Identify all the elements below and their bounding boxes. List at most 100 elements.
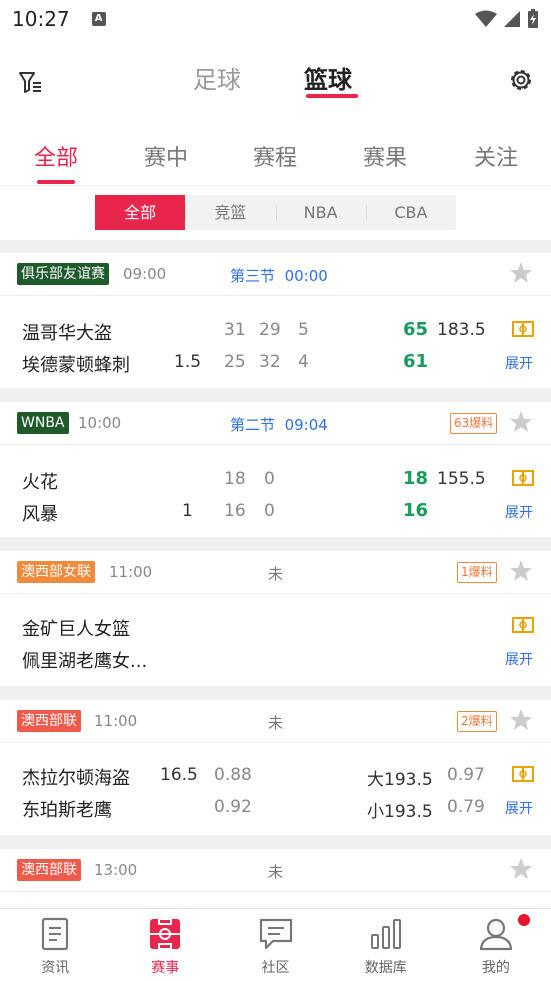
- kickoff-time: 13:00: [94, 861, 138, 879]
- star-icon[interactable]: [509, 857, 533, 881]
- away-total: 61: [403, 351, 429, 372]
- handicap: 16.5: [160, 765, 198, 785]
- away-team: 东珀斯老鹰: [22, 800, 112, 821]
- league-badge: WNBA: [17, 412, 69, 434]
- expand-link[interactable]: 展开: [505, 353, 533, 373]
- star-icon[interactable]: [509, 410, 533, 434]
- match-card[interactable]: WNBA 10:00 第二节 09:04 63爆料 火花 风暴 18 0 1 1…: [0, 402, 551, 537]
- tab-community[interactable]: 社区: [220, 909, 330, 981]
- user-icon: [479, 918, 513, 951]
- status-bar: 10:27 A: [0, 0, 551, 38]
- away-total: 16: [403, 500, 429, 521]
- active-sport-indicator: [306, 94, 358, 98]
- wifi-icon: [475, 10, 497, 27]
- match-header: 澳西部联 11:00 未 2爆料: [0, 700, 551, 743]
- expand-link[interactable]: 展开: [505, 649, 533, 669]
- filter-button[interactable]: [14, 66, 46, 98]
- signal-icon: [504, 11, 520, 27]
- active-category-indicator: [37, 180, 75, 184]
- status-time: 10:27: [12, 7, 70, 31]
- kickoff-time: 11:00: [109, 563, 153, 581]
- match-card[interactable]: 澳西部女联 11:00 未 1爆料 金矿巨人女篮 佩里湖老鹰女... 展开: [0, 551, 551, 686]
- tab-live[interactable]: 赛中: [144, 140, 188, 172]
- under-odds: 0.79: [447, 797, 485, 817]
- expand-link[interactable]: 展开: [505, 798, 533, 818]
- tab-follow[interactable]: 关注: [474, 140, 518, 172]
- filter-icon: [19, 72, 41, 93]
- match-header: WNBA 10:00 第二节 09:04 63爆料: [0, 402, 551, 445]
- tab-all[interactable]: 全部: [34, 140, 78, 172]
- match-period: 第三节 00:00: [230, 267, 328, 285]
- league-badge: 澳西部联: [17, 859, 81, 881]
- handicap: 1: [182, 501, 193, 521]
- segment-cba[interactable]: CBA: [365, 195, 456, 230]
- home-team: 金矿巨人女篮: [22, 619, 130, 640]
- segment-all[interactable]: 全部: [95, 195, 186, 230]
- bottom-tab-bar: 资讯 赛事 社区 数据库 我的: [0, 908, 551, 981]
- away-team: 埃德蒙顿蜂刺: [22, 355, 130, 376]
- over-under-line: 155.5: [437, 469, 486, 489]
- home-q3: 5: [298, 320, 309, 340]
- kickoff-time: 09:00: [123, 265, 167, 283]
- tab-label: 赛事: [151, 960, 180, 976]
- court-icon[interactable]: [512, 766, 534, 782]
- notification-dot: [518, 914, 530, 926]
- tab-label: 资讯: [41, 960, 70, 976]
- expand-link[interactable]: 展开: [505, 502, 533, 522]
- match-card[interactable]: 澳西部联 11:00 未 2爆料 杰拉尔顿海盗 东珀斯老鹰 16.5 0.88 …: [0, 700, 551, 835]
- tips-badge[interactable]: 1爆料: [457, 562, 497, 583]
- news-icon: [41, 917, 69, 951]
- away-odds: 0.92: [214, 797, 252, 817]
- court-icon[interactable]: [512, 470, 534, 486]
- star-icon[interactable]: [509, 261, 533, 285]
- segment-jinglan[interactable]: 竞篮: [185, 195, 275, 230]
- home-team: 杰拉尔顿海盗: [22, 768, 130, 789]
- star-icon[interactable]: [509, 708, 533, 732]
- league-segment: 全部 竞篮 NBA CBA: [95, 195, 456, 230]
- tab-news[interactable]: 资讯: [0, 909, 110, 981]
- away-team: 风暴: [22, 504, 58, 525]
- match-status: 未: [268, 863, 284, 881]
- home-total: 18: [403, 468, 429, 489]
- sport-nav: 足球 篮球: [0, 52, 551, 112]
- match-list[interactable]: 俱乐部友谊赛 09:00 第三节 00:00 温哥华大盗 埃德蒙顿蜂刺 31 2…: [0, 240, 551, 908]
- tab-label: 数据库: [364, 960, 407, 976]
- bar-chart-icon: [370, 919, 401, 949]
- tab-basketball[interactable]: 篮球: [304, 60, 352, 95]
- kickoff-time: 11:00: [94, 712, 138, 730]
- tab-schedule[interactable]: 赛程: [253, 140, 297, 172]
- league-badge: 澳西部联: [17, 710, 81, 732]
- tab-football[interactable]: 足球: [193, 60, 241, 95]
- away-q1: 25: [224, 352, 246, 372]
- match-card[interactable]: 俱乐部友谊赛 09:00 第三节 00:00 温哥华大盗 埃德蒙顿蜂刺 31 2…: [0, 253, 551, 388]
- court-icon[interactable]: [512, 321, 534, 337]
- chat-icon: [259, 918, 292, 950]
- tab-label: 社区: [261, 960, 290, 976]
- match-status: 未: [268, 714, 284, 732]
- over-odds: 0.97: [447, 765, 485, 785]
- over-line: 大193.5: [367, 770, 433, 790]
- tips-badge[interactable]: 2爆料: [457, 711, 497, 732]
- home-q1: 18: [224, 469, 246, 489]
- gear-icon[interactable]: [507, 66, 535, 94]
- away-q3: 4: [298, 352, 309, 372]
- over-under-line: 183.5: [437, 320, 486, 340]
- tab-profile[interactable]: 我的: [441, 909, 551, 981]
- tab-label: 我的: [481, 960, 510, 976]
- notification-icon: A: [91, 12, 106, 26]
- match-status: 未: [268, 565, 284, 583]
- court-icon[interactable]: [512, 617, 534, 633]
- star-icon[interactable]: [509, 559, 533, 583]
- tab-database[interactable]: 数据库: [331, 909, 441, 981]
- tab-results[interactable]: 赛果: [363, 140, 407, 172]
- battery-icon: [528, 9, 538, 28]
- kickoff-time: 10:00: [78, 414, 122, 432]
- home-q1: 31: [224, 320, 246, 340]
- tips-badge[interactable]: 63爆料: [450, 413, 498, 434]
- match-card[interactable]: 澳西部联 13:00 未: [0, 849, 551, 908]
- away-q2: 0: [264, 501, 275, 521]
- under-line: 小193.5: [367, 802, 433, 822]
- away-q2: 32: [259, 352, 281, 372]
- segment-nba[interactable]: NBA: [275, 195, 366, 230]
- tab-events[interactable]: 赛事: [110, 909, 220, 981]
